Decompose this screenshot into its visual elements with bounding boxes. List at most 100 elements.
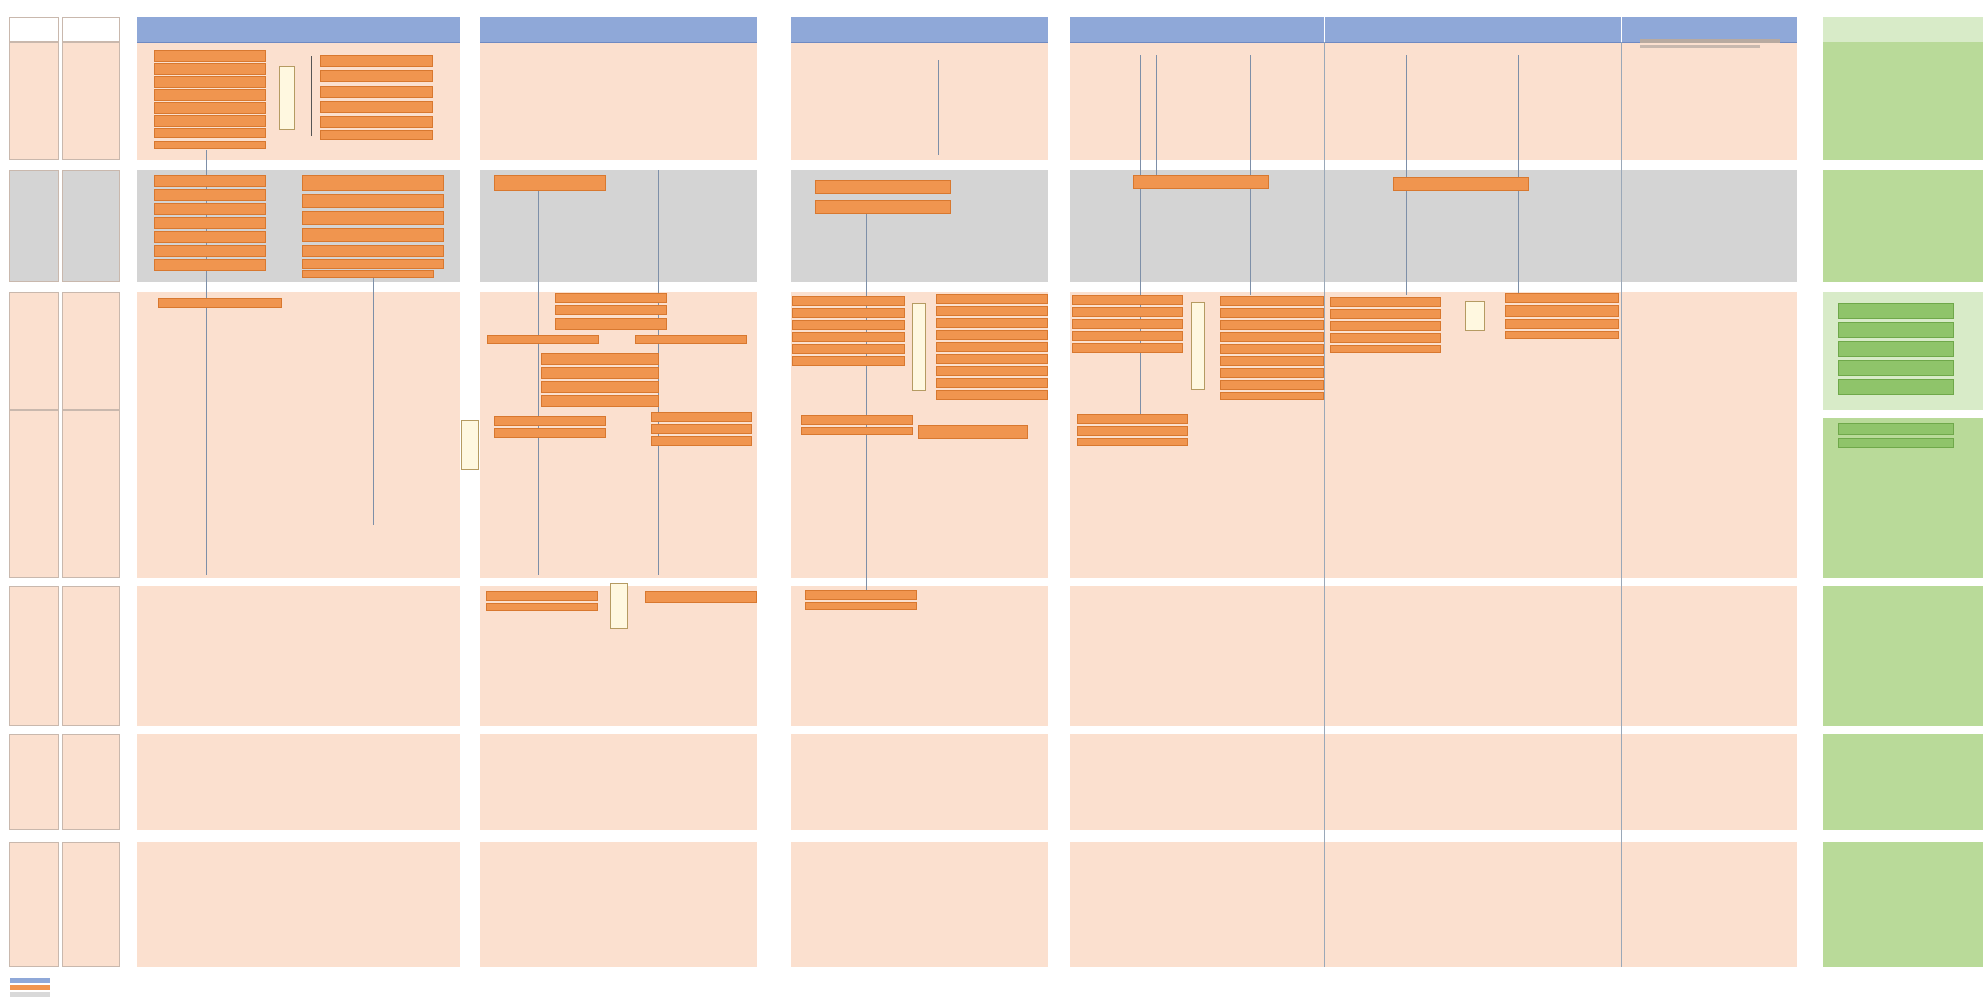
- row-label-a: [9, 734, 59, 830]
- task-box: [158, 298, 282, 308]
- task-box: [805, 602, 917, 610]
- task-box: [936, 342, 1048, 352]
- task-box: [792, 356, 905, 366]
- task-box: [1220, 332, 1324, 342]
- task-box: [1220, 356, 1324, 366]
- task-box: [555, 293, 667, 303]
- legend-swatch-2: [10, 985, 50, 990]
- task-box: [154, 231, 266, 243]
- task-box: [555, 318, 667, 330]
- row-label-a: [9, 292, 59, 410]
- task-box: [302, 194, 444, 208]
- task-box: [1072, 319, 1183, 329]
- row-label-a: [9, 170, 59, 282]
- task-box: [792, 344, 905, 354]
- task-box: [154, 115, 266, 127]
- task-box: [815, 180, 951, 194]
- task-box: [815, 200, 951, 214]
- task-box: [494, 416, 606, 426]
- task-box: [1220, 308, 1324, 318]
- task-box: [302, 245, 444, 257]
- task-box: [792, 308, 905, 318]
- flow-line: [866, 210, 867, 600]
- task-box: [936, 366, 1048, 376]
- task-box: [1220, 392, 1324, 400]
- lane-header-2: [480, 17, 757, 43]
- task-box: [1330, 345, 1441, 353]
- task-box: [651, 436, 752, 446]
- task-box: [487, 335, 599, 344]
- task-box: [541, 395, 659, 407]
- task-box: [1077, 438, 1188, 446]
- result-box: [1838, 341, 1954, 357]
- task-box: [918, 425, 1028, 439]
- row-label-a: [9, 842, 59, 967]
- task-box: [320, 101, 433, 113]
- note-box: [912, 303, 926, 391]
- task-box: [805, 590, 917, 600]
- task-box: [1330, 297, 1441, 307]
- task-box: [154, 50, 266, 62]
- task-box: [1077, 414, 1188, 424]
- task-box: [320, 70, 433, 82]
- task-box: [936, 306, 1048, 316]
- row-label-b: [62, 17, 120, 42]
- task-box: [936, 330, 1048, 340]
- result-box: [1838, 360, 1954, 376]
- task-box: [320, 86, 433, 98]
- row-label-b: [62, 586, 120, 726]
- task-box: [154, 141, 266, 149]
- note-box: [1191, 302, 1205, 390]
- task-box: [541, 353, 659, 365]
- result-box: [1838, 379, 1954, 395]
- row-label-b: [62, 170, 120, 282]
- flow-line: [538, 180, 539, 575]
- lane-6-note: [1640, 45, 1760, 48]
- task-box: [801, 415, 913, 425]
- task-box: [1505, 331, 1619, 339]
- task-box: [1330, 321, 1441, 331]
- task-box: [1220, 320, 1324, 330]
- row-label-a: [9, 410, 59, 578]
- result-panel: [1823, 170, 1983, 282]
- note-box: [610, 583, 628, 629]
- task-box: [792, 332, 905, 342]
- task-box: [635, 335, 747, 344]
- task-box: [1077, 426, 1188, 436]
- band-gap: [137, 282, 1797, 292]
- row-label-b: [62, 42, 120, 160]
- row-label-a: [9, 42, 59, 160]
- task-box: [1330, 333, 1441, 343]
- task-box: [154, 102, 266, 114]
- task-box: [936, 378, 1048, 388]
- lane-header-3: [791, 17, 1048, 43]
- lane-header-4: [1070, 17, 1324, 43]
- flow-line: [1140, 55, 1141, 415]
- band-gap: [137, 160, 1797, 170]
- legend-swatch-3: [10, 992, 50, 997]
- task-box: [1330, 309, 1441, 319]
- task-box: [936, 390, 1048, 400]
- result-panel: [1823, 734, 1983, 830]
- band-gap: [137, 578, 1797, 586]
- task-box: [1072, 343, 1183, 353]
- task-box: [1220, 296, 1324, 306]
- task-box: [936, 354, 1048, 364]
- note-box: [461, 420, 479, 470]
- task-box: [1505, 293, 1619, 303]
- result-box: [1838, 303, 1954, 319]
- task-box: [320, 116, 433, 128]
- task-box: [494, 175, 606, 191]
- task-box: [320, 130, 433, 140]
- legend-swatch-1: [10, 978, 50, 983]
- task-box: [1220, 368, 1324, 378]
- band-gap: [137, 830, 1797, 842]
- result-box: [1838, 438, 1954, 448]
- task-box: [486, 591, 598, 601]
- row-label-b: [62, 842, 120, 967]
- task-box: [1072, 331, 1183, 341]
- task-box: [154, 203, 266, 215]
- task-box: [1393, 177, 1529, 191]
- task-box: [792, 320, 905, 330]
- note-box: [1465, 301, 1485, 331]
